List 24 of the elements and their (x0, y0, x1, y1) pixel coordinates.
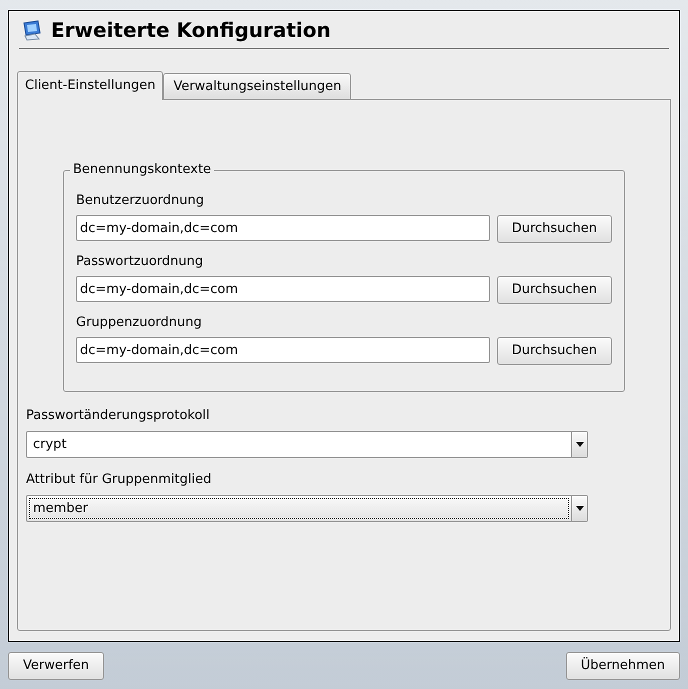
browse-button[interactable]: Durchsuchen (496, 215, 612, 243)
browse-button[interactable]: Durchsuchen (496, 276, 612, 304)
dropdown[interactable]: member (26, 495, 588, 522)
dropdown-label: Passwortänderungsprotokoll (26, 407, 211, 425)
dropdown-caret-icon (576, 506, 584, 511)
dropdown-label: Attribut für Gruppenmitglied (26, 471, 212, 489)
monitor-icon (21, 18, 43, 40)
tab[interactable]: Client-Einstellungen (17, 71, 164, 100)
apply-button[interactable]: Übernehmen (566, 652, 680, 680)
field-label: Gruppenzuordnung (76, 314, 203, 332)
field-label: Benutzerzuordnung (76, 192, 206, 210)
window-title: Erweiterte Konfiguration (51, 16, 331, 44)
dropdown[interactable]: crypt (26, 431, 588, 458)
browse-button[interactable]: Durchsuchen (496, 337, 612, 365)
discard-button[interactable]: Verwerfen (8, 652, 104, 680)
dropdown-value: member (33, 500, 88, 518)
input-field[interactable]: dc=my-domain,dc=com (76, 215, 490, 241)
dropdown-value: crypt (33, 436, 67, 454)
group-title: Benennungskontexte (70, 162, 214, 178)
field-label: Passwortzuordnung (76, 253, 204, 271)
input-field[interactable]: dc=my-domain,dc=com (76, 337, 490, 363)
dropdown-caret-icon (576, 442, 584, 447)
input-field[interactable]: dc=my-domain,dc=com (76, 276, 490, 302)
tab[interactable]: Verwaltungseinstellungen (163, 73, 352, 99)
